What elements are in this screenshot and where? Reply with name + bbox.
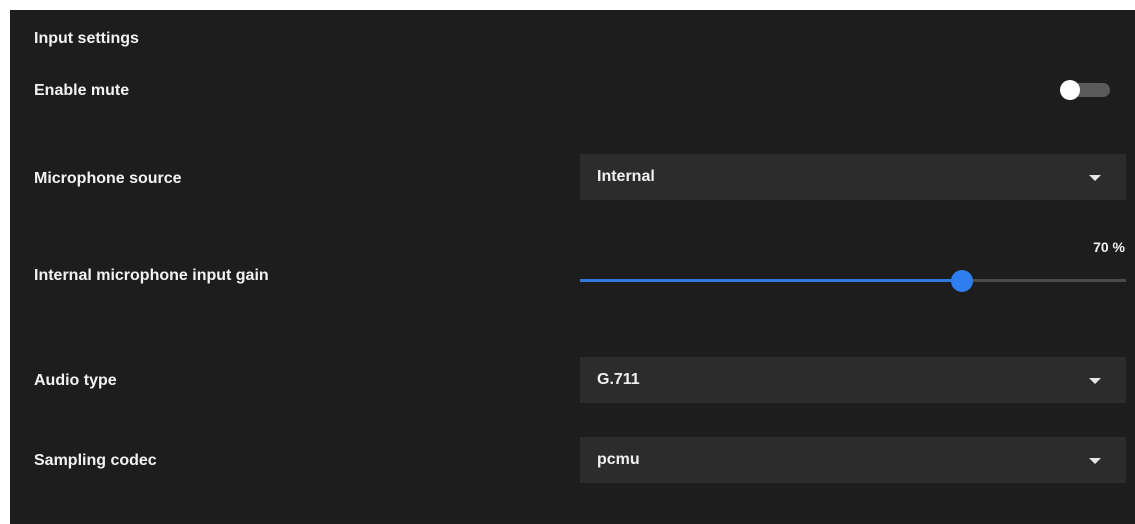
sampling-codec-value: pcmu <box>597 451 640 468</box>
audio-type-select[interactable]: G.711 <box>580 357 1126 403</box>
caret-down-icon <box>1089 378 1101 384</box>
microphone-source-select[interactable]: Internal <box>580 154 1126 200</box>
input-gain-slider[interactable] <box>580 268 1126 294</box>
audio-type-label: Audio type <box>34 372 117 389</box>
sampling-codec-label: Sampling codec <box>34 452 157 469</box>
caret-down-icon <box>1089 175 1101 181</box>
enable-mute-toggle[interactable] <box>1060 80 1110 100</box>
input-gain-label: Internal microphone input gain <box>34 267 269 284</box>
audio-type-value: G.711 <box>597 371 640 388</box>
slider-thumb[interactable] <box>951 270 974 292</box>
section-title: Input settings <box>34 30 139 47</box>
sampling-codec-select[interactable]: pcmu <box>580 437 1126 483</box>
input-settings-panel: Input settings Enable mute Microphone so… <box>10 10 1135 524</box>
microphone-source-label: Microphone source <box>34 170 182 187</box>
toggle-knob <box>1060 80 1080 100</box>
enable-mute-label: Enable mute <box>34 82 130 99</box>
caret-down-icon <box>1089 458 1101 464</box>
microphone-source-value: Internal <box>597 168 655 185</box>
slider-fill <box>580 279 963 282</box>
input-gain-value: 70 % <box>1093 239 1125 255</box>
